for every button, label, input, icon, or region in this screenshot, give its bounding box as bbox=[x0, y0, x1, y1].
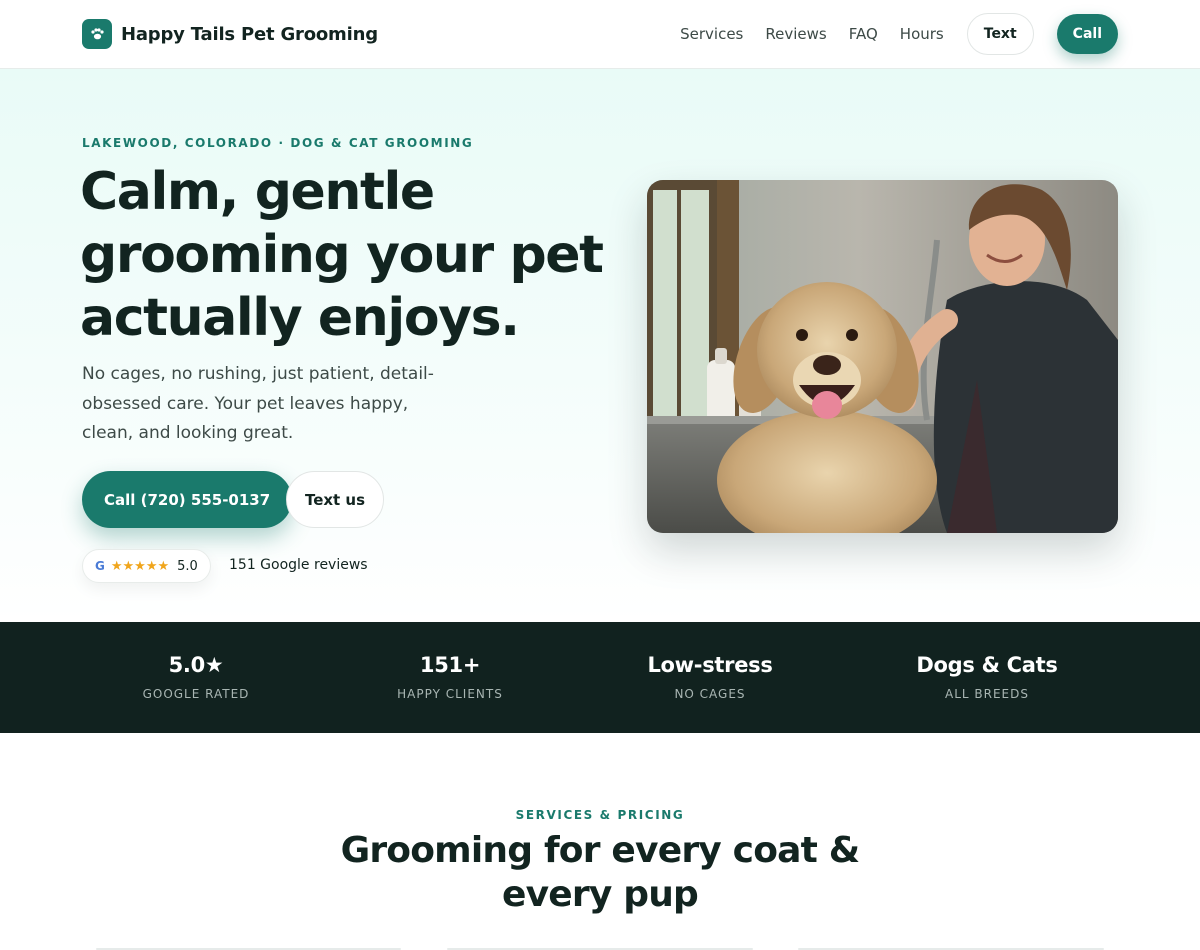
hero-title: Calm, gentle grooming your pet actually … bbox=[80, 162, 604, 348]
paw-icon bbox=[82, 19, 112, 49]
site-header: Happy Tails Pet Grooming Services Review… bbox=[0, 0, 1200, 69]
main-nav: Services Reviews FAQ Hours Text Call bbox=[680, 13, 1118, 55]
stat-value: Low-stress bbox=[647, 653, 773, 677]
brand[interactable]: Happy Tails Pet Grooming bbox=[82, 19, 378, 49]
hero-eyebrow: LAKEWOOD, COLORADO · DOG & CAT GROOMING bbox=[82, 136, 474, 150]
stat-happy-clients: 151+ HAPPY CLIENTS bbox=[397, 653, 503, 701]
hero-text-us-button[interactable]: Text us bbox=[286, 471, 384, 528]
stat-low-stress: Low-stress NO CAGES bbox=[647, 653, 772, 701]
stat-label: ALL BREEDS bbox=[945, 687, 1029, 701]
services-title: Grooming for every coat & every pup bbox=[340, 830, 861, 915]
hero-photo-illustration bbox=[647, 180, 1118, 533]
stat-dogs-cats: Dogs & Cats ALL BREEDS bbox=[916, 653, 1057, 701]
stats-band: 5.0★ GOOGLE RATED 151+ HAPPY CLIENTS Low… bbox=[0, 622, 1200, 733]
nav-link-hours[interactable]: Hours bbox=[900, 25, 944, 43]
google-rating-badge[interactable]: G ★★★★★ 5.0 bbox=[82, 549, 211, 583]
hero-section: LAKEWOOD, COLORADO · DOG & CAT GROOMING … bbox=[0, 69, 1200, 622]
nav-link-faq[interactable]: FAQ bbox=[849, 25, 878, 43]
stat-value: 5.0★ bbox=[168, 653, 224, 677]
nav-link-services[interactable]: Services bbox=[680, 25, 743, 43]
services-eyebrow: SERVICES & PRICING bbox=[515, 808, 685, 822]
review-count[interactable]: 151 Google reviews bbox=[229, 557, 368, 573]
brand-name: Happy Tails Pet Grooming bbox=[121, 23, 378, 45]
nav-link-reviews[interactable]: Reviews bbox=[765, 25, 826, 43]
hero-subtitle: No cages, no rushing, just patient, deta… bbox=[82, 364, 434, 443]
groomer-with-dog-photo bbox=[647, 180, 1118, 533]
stat-value: Dogs & Cats bbox=[916, 653, 1058, 677]
services-section: SERVICES & PRICING Grooming for every co… bbox=[0, 733, 1200, 950]
stat-google-rated: 5.0★ GOOGLE RATED bbox=[143, 653, 250, 701]
header-call-button[interactable]: Call bbox=[1056, 14, 1118, 54]
stat-label: GOOGLE RATED bbox=[142, 687, 250, 701]
stat-value: 151+ bbox=[419, 653, 481, 677]
hero-call-button[interactable]: Call (720) 555-0137 bbox=[82, 471, 293, 528]
stat-label: HAPPY CLIENTS bbox=[397, 687, 503, 701]
rating-value: 5.0 bbox=[177, 558, 198, 574]
stat-label: NO CAGES bbox=[674, 687, 746, 701]
header-text-button[interactable]: Text bbox=[966, 13, 1034, 55]
star-rating-icon: ★★★★★ bbox=[110, 558, 170, 574]
google-icon: G bbox=[95, 559, 105, 573]
